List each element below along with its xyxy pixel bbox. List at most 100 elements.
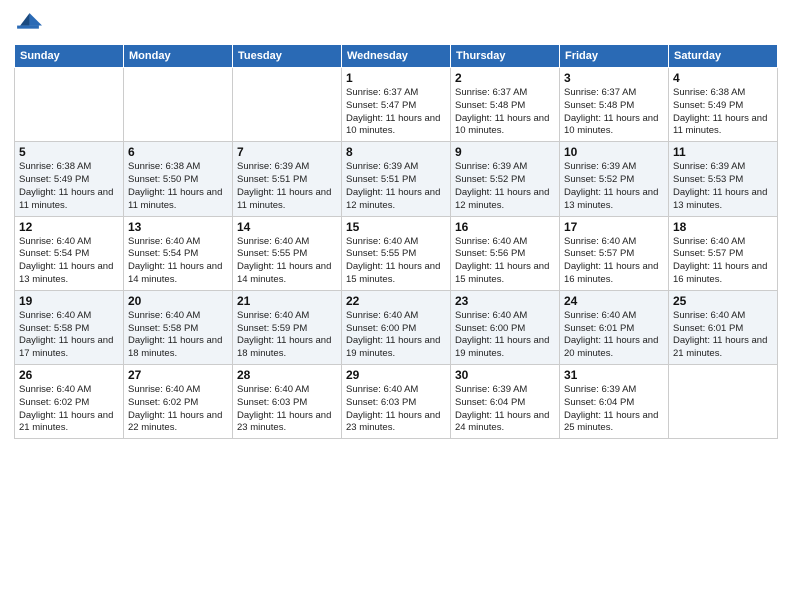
- day-info: Sunrise: 6:39 AMSunset: 5:51 PMDaylight:…: [237, 161, 337, 212]
- calendar-week-row: 12 Sunrise: 6:40 AMSunset: 5:54 PMDayligh…: [15, 216, 778, 290]
- day-info: Sunrise: 6:40 AMSunset: 5:55 PMDaylight:…: [346, 236, 446, 287]
- calendar-day-cell: 31Sunrise: 6:39 AMSunset: 6:04 PMDayligh…: [560, 365, 669, 439]
- day-number: 12: [19, 220, 119, 234]
- logo: [14, 10, 44, 38]
- day-header-row: SundayMondayTuesdayWednesdayThursdayFrid…: [15, 45, 778, 68]
- day-info: Sunrise: 6:37 AMSunset: 5:48 PMDaylight:…: [455, 87, 555, 138]
- day-info: Sunrise: 6:39 AMSunset: 6:04 PMDaylight:…: [564, 384, 664, 435]
- day-info: Sunrise: 6:40 AMSunset: 5:54 PMDaylight:…: [19, 236, 119, 287]
- day-of-week-header: Thursday: [451, 45, 560, 68]
- day-number: 11: [673, 145, 773, 159]
- calendar-day-cell: 8Sunrise: 6:39 AMSunset: 5:51 PMDaylight…: [342, 142, 451, 216]
- calendar-day-cell: 3 Sunrise: 6:37 AMSunset: 5:48 PMDaylight…: [560, 68, 669, 142]
- day-info: Sunrise: 6:40 AMSunset: 5:58 PMDaylight:…: [19, 310, 119, 361]
- day-info: Sunrise: 6:40 AMSunset: 6:02 PMDaylight:…: [128, 384, 228, 435]
- page: SundayMondayTuesdayWednesdayThursdayFrid…: [0, 0, 792, 612]
- day-of-week-header: Saturday: [669, 45, 778, 68]
- day-number: 2: [455, 71, 555, 85]
- calendar-day-cell: 24 Sunrise: 6:40 AMSunset: 6:01 PMDayligh…: [560, 290, 669, 364]
- calendar-day-cell: 18 Sunrise: 6:40 AMSunset: 5:57 PMDayligh…: [669, 216, 778, 290]
- calendar-day-cell: [15, 68, 124, 142]
- day-info: Sunrise: 6:40 AMSunset: 6:00 PMDaylight:…: [455, 310, 555, 361]
- day-info: Sunrise: 6:39 AMSunset: 5:52 PMDaylight:…: [564, 161, 664, 212]
- day-number: 20: [128, 294, 228, 308]
- day-number: 25: [673, 294, 773, 308]
- day-of-week-header: Friday: [560, 45, 669, 68]
- calendar-day-cell: 9Sunrise: 6:39 AMSunset: 5:52 PMDaylight…: [451, 142, 560, 216]
- calendar-day-cell: 16 Sunrise: 6:40 AMSunset: 5:56 PMDayligh…: [451, 216, 560, 290]
- calendar-day-cell: 27 Sunrise: 6:40 AMSunset: 6:02 PMDayligh…: [124, 365, 233, 439]
- day-info: Sunrise: 6:40 AMSunset: 5:57 PMDaylight:…: [673, 236, 773, 287]
- day-number: 3: [564, 71, 664, 85]
- day-info: Sunrise: 6:40 AMSunset: 6:02 PMDaylight:…: [19, 384, 119, 435]
- day-number: 5: [19, 145, 119, 159]
- calendar-day-cell: 5 Sunrise: 6:38 AMSunset: 5:49 PMDaylight…: [15, 142, 124, 216]
- day-info: Sunrise: 6:40 AMSunset: 5:59 PMDaylight:…: [237, 310, 337, 361]
- calendar-day-cell: 15 Sunrise: 6:40 AMSunset: 5:55 PMDayligh…: [342, 216, 451, 290]
- day-info: Sunrise: 6:40 AMSunset: 5:57 PMDaylight:…: [564, 236, 664, 287]
- day-info: Sunrise: 6:40 AMSunset: 6:00 PMDaylight:…: [346, 310, 446, 361]
- day-info: Sunrise: 6:40 AMSunset: 6:03 PMDaylight:…: [237, 384, 337, 435]
- calendar-week-row: 26Sunrise: 6:40 AMSunset: 6:02 PMDayligh…: [15, 365, 778, 439]
- day-number: 15: [346, 220, 446, 234]
- day-number: 30: [455, 368, 555, 382]
- calendar-day-cell: [124, 68, 233, 142]
- calendar-day-cell: 11 Sunrise: 6:39 AMSunset: 5:53 PMDayligh…: [669, 142, 778, 216]
- day-info: Sunrise: 6:39 AMSunset: 5:52 PMDaylight:…: [455, 161, 555, 212]
- day-info: Sunrise: 6:37 AMSunset: 5:48 PMDaylight:…: [564, 87, 664, 138]
- day-number: 4: [673, 71, 773, 85]
- calendar-day-cell: 10 Sunrise: 6:39 AMSunset: 5:52 PMDayligh…: [560, 142, 669, 216]
- calendar-day-cell: 25 Sunrise: 6:40 AMSunset: 6:01 PMDayligh…: [669, 290, 778, 364]
- day-info: Sunrise: 6:40 AMSunset: 5:56 PMDaylight:…: [455, 236, 555, 287]
- calendar-day-cell: 23Sunrise: 6:40 AMSunset: 6:00 PMDayligh…: [451, 290, 560, 364]
- day-number: 21: [237, 294, 337, 308]
- day-info: Sunrise: 6:40 AMSunset: 6:01 PMDaylight:…: [673, 310, 773, 361]
- day-number: 6: [128, 145, 228, 159]
- calendar-day-cell: 30 Sunrise: 6:39 AMSunset: 6:04 PMDayligh…: [451, 365, 560, 439]
- day-number: 19: [19, 294, 119, 308]
- day-info: Sunrise: 6:39 AMSunset: 6:04 PMDaylight:…: [455, 384, 555, 435]
- calendar-day-cell: 21 Sunrise: 6:40 AMSunset: 5:59 PMDayligh…: [233, 290, 342, 364]
- calendar-day-cell: 22Sunrise: 6:40 AMSunset: 6:00 PMDayligh…: [342, 290, 451, 364]
- day-number: 1: [346, 71, 446, 85]
- day-info: Sunrise: 6:39 AMSunset: 5:53 PMDaylight:…: [673, 161, 773, 212]
- day-info: Sunrise: 6:40 AMSunset: 5:54 PMDaylight:…: [128, 236, 228, 287]
- calendar-day-cell: 12 Sunrise: 6:40 AMSunset: 5:54 PMDayligh…: [15, 216, 124, 290]
- calendar-day-cell: 7 Sunrise: 6:39 AMSunset: 5:51 PMDaylight…: [233, 142, 342, 216]
- day-number: 8: [346, 145, 446, 159]
- day-info: Sunrise: 6:40 AMSunset: 6:01 PMDaylight:…: [564, 310, 664, 361]
- day-number: 10: [564, 145, 664, 159]
- calendar-table: SundayMondayTuesdayWednesdayThursdayFrid…: [14, 44, 778, 439]
- day-number: 28: [237, 368, 337, 382]
- day-info: Sunrise: 6:40 AMSunset: 5:58 PMDaylight:…: [128, 310, 228, 361]
- calendar-day-cell: 19 Sunrise: 6:40 AMSunset: 5:58 PMDayligh…: [15, 290, 124, 364]
- day-info: Sunrise: 6:40 AMSunset: 6:03 PMDaylight:…: [346, 384, 446, 435]
- day-info: Sunrise: 6:38 AMSunset: 5:49 PMDaylight:…: [19, 161, 119, 212]
- day-number: 13: [128, 220, 228, 234]
- calendar-day-cell: 28 Sunrise: 6:40 AMSunset: 6:03 PMDayligh…: [233, 365, 342, 439]
- day-number: 24: [564, 294, 664, 308]
- day-number: 7: [237, 145, 337, 159]
- calendar-week-row: 1 Sunrise: 6:37 AMSunset: 5:47 PMDaylight…: [15, 68, 778, 142]
- calendar-week-row: 19 Sunrise: 6:40 AMSunset: 5:58 PMDayligh…: [15, 290, 778, 364]
- calendar-day-cell: 1 Sunrise: 6:37 AMSunset: 5:47 PMDaylight…: [342, 68, 451, 142]
- calendar-day-cell: 20 Sunrise: 6:40 AMSunset: 5:58 PMDayligh…: [124, 290, 233, 364]
- day-info: Sunrise: 6:38 AMSunset: 5:49 PMDaylight:…: [673, 87, 773, 138]
- day-info: Sunrise: 6:37 AMSunset: 5:47 PMDaylight:…: [346, 87, 446, 138]
- calendar-day-cell: 13 Sunrise: 6:40 AMSunset: 5:54 PMDayligh…: [124, 216, 233, 290]
- day-of-week-header: Wednesday: [342, 45, 451, 68]
- calendar-day-cell: 6Sunrise: 6:38 AMSunset: 5:50 PMDaylight…: [124, 142, 233, 216]
- calendar-day-cell: 2 Sunrise: 6:37 AMSunset: 5:48 PMDaylight…: [451, 68, 560, 142]
- calendar-day-cell: 26Sunrise: 6:40 AMSunset: 6:02 PMDayligh…: [15, 365, 124, 439]
- calendar-week-row: 5 Sunrise: 6:38 AMSunset: 5:49 PMDaylight…: [15, 142, 778, 216]
- day-number: 27: [128, 368, 228, 382]
- day-of-week-header: Monday: [124, 45, 233, 68]
- day-of-week-header: Sunday: [15, 45, 124, 68]
- calendar-day-cell: [669, 365, 778, 439]
- day-number: 16: [455, 220, 555, 234]
- calendar-day-cell: 17Sunrise: 6:40 AMSunset: 5:57 PMDayligh…: [560, 216, 669, 290]
- calendar-day-cell: 4 Sunrise: 6:38 AMSunset: 5:49 PMDaylight…: [669, 68, 778, 142]
- logo-icon: [14, 10, 42, 38]
- calendar-day-cell: 29Sunrise: 6:40 AMSunset: 6:03 PMDayligh…: [342, 365, 451, 439]
- day-number: 18: [673, 220, 773, 234]
